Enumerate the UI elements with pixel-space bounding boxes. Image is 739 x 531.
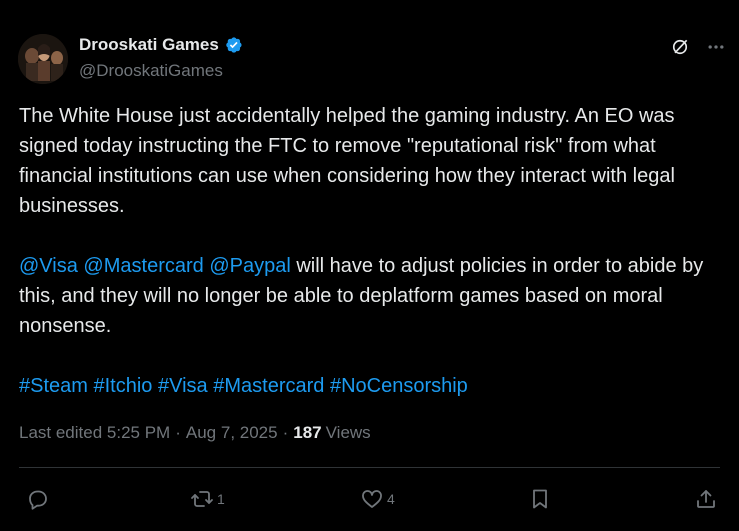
verified-badge-icon[interactable] [223, 35, 243, 55]
reply-button[interactable] [26, 484, 53, 514]
like-count: 4 [387, 491, 395, 507]
divider [19, 467, 720, 468]
hashtag-link[interactable]: #NoCensorship [330, 375, 468, 397]
views-label: Views [325, 423, 371, 442]
hashtag-link[interactable]: #Mastercard [213, 375, 324, 397]
avatar[interactable] [18, 34, 68, 84]
grok-icon[interactable] [669, 36, 691, 58]
like-button[interactable]: 4 [360, 484, 395, 514]
edited-timestamp[interactable]: Last edited 5:25 PM [19, 423, 170, 443]
reply-icon [26, 487, 50, 511]
mention-link[interactable]: @Mastercard [83, 255, 203, 277]
meta-separator: · [175, 423, 181, 442]
post-paragraph-1: The White House just accidentally helped… [19, 105, 675, 217]
post-meta: Last edited 5:25 PM · Aug 7, 2025 · 187 … [19, 423, 371, 443]
hashtag-link[interactable]: #Itchio [94, 375, 153, 397]
bookmark-icon [528, 487, 552, 511]
more-icon[interactable] [705, 36, 727, 58]
post-card: Drooskati Games @DrooskatiGames The Whit… [0, 0, 739, 531]
mention-link[interactable]: @Visa [19, 255, 78, 277]
hashtag-link[interactable]: #Steam [19, 375, 88, 397]
post-top-actions [669, 36, 727, 58]
hashtag-link[interactable]: #Visa [158, 375, 208, 397]
share-icon [694, 487, 718, 511]
action-bar: 1 4 [0, 484, 739, 514]
repost-icon [190, 487, 214, 511]
share-button[interactable] [694, 484, 718, 514]
mention-link[interactable]: @Paypal [209, 255, 290, 277]
bookmark-button[interactable] [528, 484, 552, 514]
heart-icon [360, 487, 384, 511]
post-paragraph-2: @Visa @Mastercard @Paypal will have to a… [19, 251, 724, 341]
repost-count: 1 [217, 491, 225, 507]
display-name[interactable]: Drooskati Games [79, 35, 219, 55]
meta-separator: · [282, 423, 289, 442]
post-date[interactable]: Aug 7, 2025 [186, 423, 278, 443]
post-hashtags: #Steam #Itchio #Visa #Mastercard #NoCens… [19, 371, 724, 401]
author-handle[interactable]: @DrooskatiGames [79, 61, 223, 81]
post-text: The White House just accidentally helped… [19, 101, 724, 431]
repost-button[interactable]: 1 [190, 484, 225, 514]
author-name-row[interactable]: Drooskati Games [79, 35, 243, 55]
views-count: 187 [293, 423, 322, 442]
